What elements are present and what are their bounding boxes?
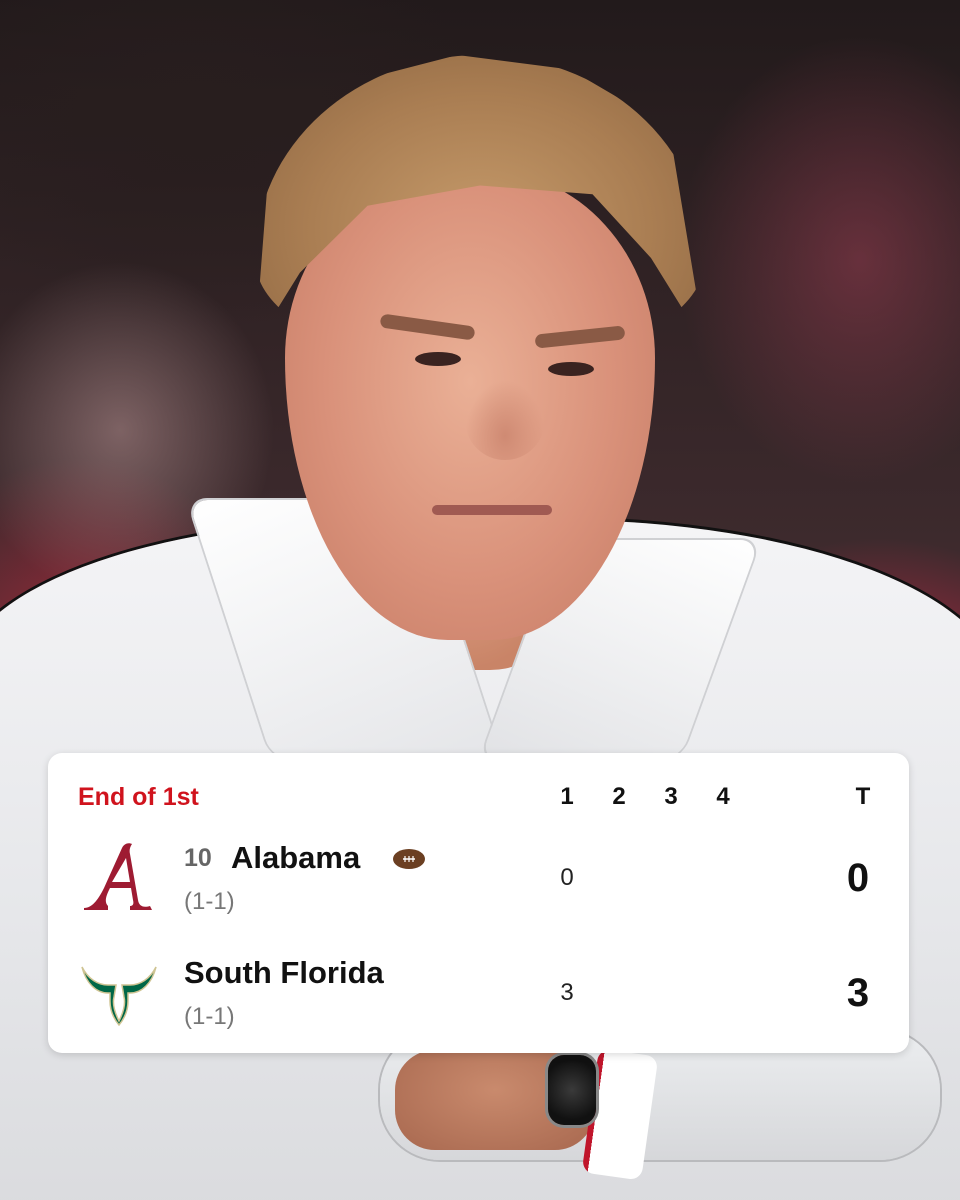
- team-name: Alabama: [231, 840, 361, 875]
- left-eye: [415, 352, 461, 366]
- right-eye: [548, 362, 594, 376]
- wristwatch: [548, 1055, 596, 1125]
- quarter-1-header: 1: [560, 783, 574, 810]
- quarter-1-score: 3: [560, 979, 574, 1006]
- alabama-script-a-logo-icon: [84, 843, 152, 910]
- quarter-3-header: 3: [664, 783, 678, 810]
- mouth: [432, 505, 552, 515]
- team-row-alabama: 10 Alabama (1-1) 0 0: [48, 838, 909, 938]
- team-record: (1-1): [184, 888, 235, 915]
- game-status: End of 1st: [78, 783, 199, 811]
- team-rank: 10: [184, 844, 212, 872]
- football-possession-icon: [393, 849, 425, 869]
- nose: [465, 380, 545, 460]
- usf-bull-horns-logo-icon: [81, 966, 157, 1027]
- quarter-2-header: 2: [612, 783, 626, 810]
- team-name: South Florida: [184, 955, 384, 990]
- quarter-4-header: 4: [716, 783, 730, 810]
- team-record: (1-1): [184, 1003, 235, 1030]
- scorecard: End of 1st 1 2 3 4 T 10 Alabama (1-1) 0 …: [48, 753, 909, 1053]
- total-header: T: [855, 783, 871, 810]
- total-score: 3: [846, 971, 870, 1015]
- total-score: 0: [846, 856, 870, 900]
- team-row-south-florida: South Florida (1-1) 3 3: [48, 953, 909, 1053]
- quarter-1-score: 0: [560, 864, 574, 891]
